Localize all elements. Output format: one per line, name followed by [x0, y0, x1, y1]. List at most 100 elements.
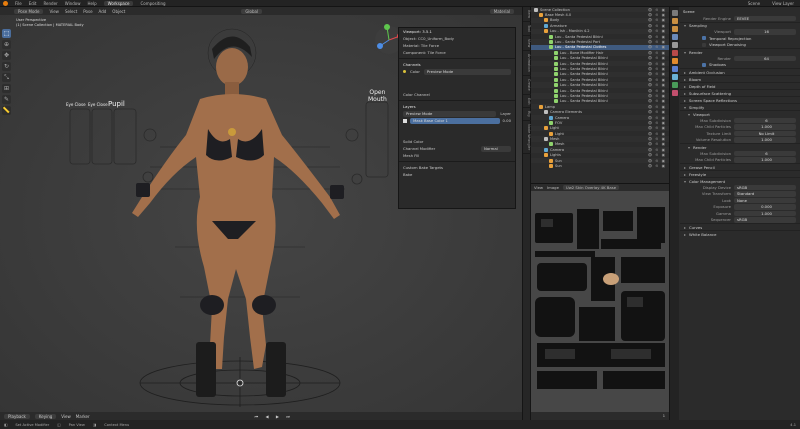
visibility-toggle-icon[interactable]: 👁 ⊙ ▣ [648, 153, 669, 157]
image-editor[interactable]: View Image Uw2 Skin Overlay 4K Base 1 [531, 184, 669, 420]
sampling-viewport-value[interactable]: 16 [734, 29, 796, 35]
visibility-toggle-icon[interactable]: 👁 ⊙ ▣ [648, 62, 669, 66]
section-bloom[interactable]: ▸ Bloom [680, 75, 800, 82]
visibility-toggle-icon[interactable]: 👁 ⊙ ▣ [648, 142, 669, 146]
outliner-row[interactable]: Sun 👁 ⊙ ▣ [531, 163, 669, 169]
tab-tool[interactable]: Tool [523, 22, 531, 36]
sampling-render-value[interactable]: 64 [734, 55, 796, 61]
visibility-toggle-icon[interactable]: 👁 ⊙ ▣ [648, 56, 669, 60]
shading-selector[interactable]: Material [489, 8, 514, 14]
viewport-menu-add[interactable]: Add [99, 9, 107, 14]
color-preview-mode-field[interactable]: Preview Mode [423, 68, 511, 75]
workspace-tab-compositing[interactable]: Compositing [140, 1, 165, 6]
scene-tab-icon[interactable] [671, 42, 678, 48]
visibility-toggle-icon[interactable]: 👁 ⊙ ▣ [648, 89, 669, 93]
visibility-toggle-icon[interactable]: 👁 ⊙ ▣ [648, 35, 669, 39]
section-grease-pencil[interactable]: ▸ Grease Pencil [680, 163, 800, 170]
tab-item[interactable]: Item [523, 7, 531, 22]
playback-controls-icon[interactable]: ⏮ ◀ ▶ ⏭ [255, 414, 293, 419]
transform-tool-icon[interactable]: ⊞ [2, 84, 11, 93]
visibility-toggle-icon[interactable]: 👁 ⊙ ▣ [648, 40, 669, 44]
viewport-section-row[interactable]: Viewport: 3.5.1 [399, 28, 515, 35]
object-tab-icon[interactable] [671, 58, 678, 64]
mask-layer-row[interactable]: Mask Base Color 1 0.00 [399, 117, 515, 124]
render-tab-icon[interactable] [671, 18, 678, 24]
object-row[interactable]: Object: CC0_Uniform_Body [399, 35, 515, 42]
transform-orientation-selector[interactable]: Global [241, 8, 263, 14]
annotate-tool-icon[interactable]: ✎ [2, 95, 11, 104]
world-tab-icon[interactable] [671, 50, 678, 56]
visibility-toggle-icon[interactable]: 👁 ⊙ ▣ [648, 13, 669, 17]
modifier-tab-icon[interactable] [671, 66, 678, 72]
cursor-tool-icon[interactable]: ⊕ [2, 40, 11, 49]
view-layer-tab-icon[interactable] [671, 34, 678, 40]
visibility-toggle-icon[interactable]: 👁 ⊙ ▣ [648, 72, 669, 76]
section-simplify[interactable]: ▾ Simplify [680, 103, 800, 110]
section-depth-of-field[interactable]: ▸ Depth of Field [680, 82, 800, 89]
visibility-toggle-icon[interactable]: 👁 ⊙ ▣ [648, 45, 669, 49]
gamma-value[interactable]: 1.000 [734, 210, 796, 216]
layers-header[interactable]: Layers [399, 103, 515, 110]
blend-mode-field[interactable]: Preview Mode [403, 110, 497, 117]
viewport-menu-select[interactable]: Select [65, 9, 77, 14]
keying-menu[interactable]: Keying [34, 413, 57, 419]
render-max-child-value[interactable]: 1.000 [734, 157, 796, 163]
rotate-tool-icon[interactable]: ↻ [2, 62, 11, 71]
section-color-management[interactable]: ▾ Color Management [680, 177, 800, 184]
color-channel-row-2[interactable]: Color Channel [399, 91, 515, 98]
section-sampling[interactable]: ▾ Sampling [680, 21, 800, 29]
scale-tool-icon[interactable]: ⤡ [2, 73, 11, 82]
visibility-toggle-icon[interactable]: 👁 ⊙ ▣ [648, 18, 669, 22]
checkbox-checked-icon[interactable] [702, 62, 706, 67]
viewport-menu-pose[interactable]: Pose [83, 9, 92, 14]
tab-create[interactable]: Create [523, 76, 531, 95]
look-select[interactable]: None [734, 197, 796, 203]
section-curves[interactable]: ▸ Curves [680, 223, 800, 230]
texture-limit-value[interactable]: No Limit [734, 130, 796, 136]
visibility-toggle-icon[interactable]: 👁 ⊙ ▣ [648, 51, 669, 55]
menu-file[interactable]: File [15, 1, 22, 6]
render-engine-select[interactable]: EEVEE [734, 15, 796, 21]
component-row[interactable]: Component: Tile Force [399, 49, 515, 56]
visibility-toggle-icon[interactable]: 👁 ⊙ ▣ [648, 126, 669, 130]
max-child-particles-value[interactable]: 1.000 [734, 124, 796, 130]
physics-tab-icon[interactable] [671, 74, 678, 80]
render-max-subdivision-value[interactable]: 6 [734, 150, 796, 156]
move-tool-icon[interactable]: ✥ [2, 51, 11, 60]
view-layer-selector[interactable]: View Layer [772, 1, 794, 6]
viewport-menu-view[interactable]: View [49, 9, 59, 14]
section-freestyle[interactable]: ▸ Freestyle [680, 170, 800, 177]
max-subdivision-value[interactable]: 6 [734, 117, 796, 123]
visibility-toggle-icon[interactable]: 👁 ⊙ ▣ [648, 67, 669, 71]
section-simplify-render[interactable]: ▾ Render [680, 143, 800, 150]
exposure-value[interactable]: 0.000 [734, 204, 796, 210]
visibility-toggle-icon[interactable]: 👁 ⊙ ▣ [648, 121, 669, 125]
visibility-toggle-icon[interactable]: 👁 ⊙ ▣ [648, 105, 669, 109]
blender-logo-icon[interactable] [3, 0, 8, 6]
channels-header[interactable]: Channels [399, 61, 515, 68]
solid-color-row[interactable]: Solid Color [399, 138, 515, 145]
section-render[interactable]: ▾ Render [680, 48, 800, 55]
timeline-marker-menu[interactable]: Marker [76, 414, 90, 419]
mesh-fill-row[interactable]: Mesh Fill [399, 152, 515, 159]
visibility-toggle-icon[interactable]: 👁 ⊙ ▣ [648, 78, 669, 82]
outliner-row[interactable]: Lou - Santa Pedestal Bikini 👁 ⊙ ▣ [531, 34, 669, 39]
workspace-tab-active[interactable]: Workspace [103, 0, 134, 6]
section-screen-space[interactable]: ▸ Screen Space Reflections [680, 96, 800, 103]
mode-selector[interactable]: Pose Mode [14, 8, 44, 14]
section-simplify-viewport[interactable]: ▾ Viewport [680, 110, 800, 117]
tab-animation[interactable]: Animation [523, 51, 531, 76]
3d-viewport[interactable]: Pose Mode View Select Pose Add Object Gl… [0, 7, 522, 420]
viewport-menu-object[interactable]: Object [112, 9, 125, 14]
timeline-view-menu[interactable]: View [61, 414, 71, 419]
visibility-toggle-icon[interactable]: 👁 ⊙ ▣ [648, 83, 669, 87]
custom-bake-row[interactable]: Custom Bake Targets [399, 164, 515, 171]
bake-row[interactable]: Bake [399, 171, 515, 178]
visibility-toggle-icon[interactable]: 👁 ⊙ ▣ [648, 29, 669, 33]
measure-tool-icon[interactable]: 📏 [2, 106, 11, 115]
tool-tab-icon[interactable] [671, 10, 678, 16]
visibility-toggle-icon[interactable]: 👁 ⊙ ▣ [648, 164, 669, 168]
visibility-toggle-icon[interactable]: 👁 ⊙ ▣ [648, 110, 669, 114]
scene-selector[interactable]: Scene [748, 1, 760, 6]
select-tool-icon[interactable]: ⬚ [2, 29, 11, 38]
